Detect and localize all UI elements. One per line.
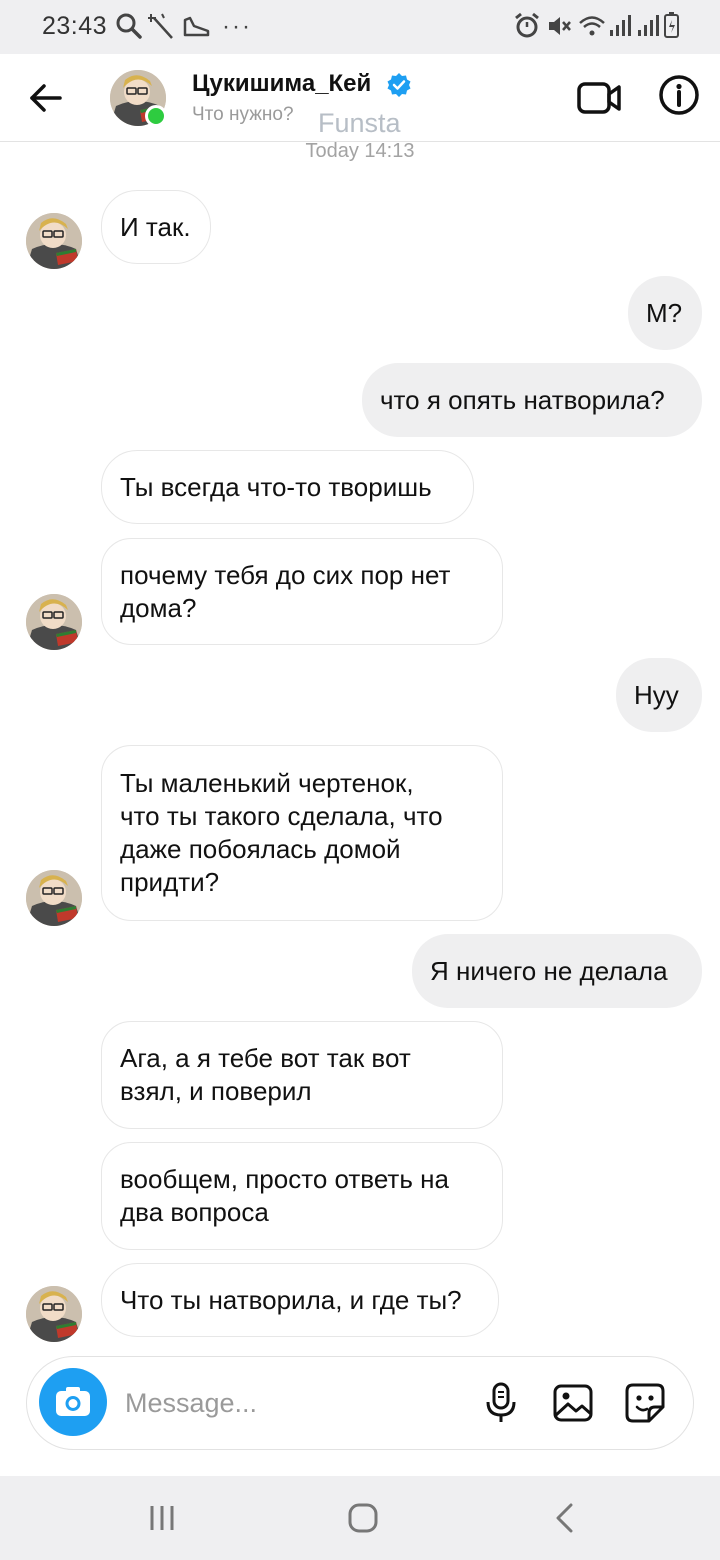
message-text: Ага, а я тебе вот так вот bbox=[120, 1043, 411, 1073]
sender-avatar[interactable] bbox=[26, 1286, 82, 1342]
signal-icon bbox=[636, 12, 660, 48]
contact-name[interactable]: Цукишима_Кей bbox=[192, 70, 371, 98]
incoming-message[interactable]: Ты маленький чертенок, что ты такого сдел… bbox=[101, 745, 503, 921]
outgoing-message[interactable]: Нуу bbox=[616, 658, 702, 732]
shoe-icon bbox=[182, 12, 210, 48]
wifi-icon bbox=[578, 12, 606, 48]
message-text: Ты маленький чертенок, bbox=[120, 768, 414, 798]
incoming-message[interactable]: Что ты натворила, и где ты? bbox=[101, 1263, 499, 1337]
message-text: вообщем, просто ответь на bbox=[120, 1164, 449, 1194]
message-text: Нуу bbox=[634, 679, 679, 710]
timestamp-divider: Today 14:13 bbox=[305, 140, 415, 162]
search-icon bbox=[116, 12, 142, 48]
message-text: Что ты натворила, и где ты? bbox=[120, 1284, 462, 1315]
message-text: даже побоялась домой bbox=[120, 834, 401, 864]
home-icon[interactable] bbox=[341, 1496, 385, 1540]
mute-icon bbox=[546, 12, 572, 48]
verified-badge-icon bbox=[386, 72, 412, 98]
back-button[interactable] bbox=[24, 76, 68, 120]
microphone-icon[interactable] bbox=[479, 1381, 523, 1425]
app-watermark: Funsta bbox=[318, 108, 401, 138]
message-input[interactable]: Message... bbox=[125, 1388, 257, 1419]
message-text: И так. bbox=[120, 211, 191, 242]
signal-icon bbox=[608, 12, 632, 48]
magic-wand-icon bbox=[148, 12, 174, 48]
message-text: взял, и поверил bbox=[120, 1076, 312, 1106]
outgoing-message[interactable]: Я ничего не делала bbox=[412, 934, 702, 1008]
message-text: два вопроса bbox=[120, 1197, 269, 1227]
message-text: дома? bbox=[120, 592, 197, 623]
message-text: что ты такого сделала, что bbox=[120, 801, 443, 831]
incoming-message[interactable]: Ты всегда что-то творишь bbox=[101, 450, 474, 524]
message-composer: Message... bbox=[26, 1356, 694, 1450]
incoming-message[interactable]: И так. bbox=[101, 190, 211, 264]
sender-avatar[interactable] bbox=[26, 594, 82, 650]
message-text: придти? bbox=[120, 867, 220, 897]
incoming-message[interactable]: вообщем, просто ответь на два вопроса bbox=[101, 1142, 503, 1250]
gallery-icon[interactable] bbox=[551, 1381, 595, 1425]
recent-apps-icon[interactable] bbox=[140, 1496, 184, 1540]
incoming-message[interactable]: почему тебя до сих пор нет дома? bbox=[101, 538, 503, 645]
message-text: Ты всегда что-то творишь bbox=[120, 471, 432, 502]
status-bar: 23:43 ··· bbox=[0, 0, 720, 54]
outgoing-message[interactable]: что я опять натворила? bbox=[362, 363, 702, 437]
sticker-icon[interactable] bbox=[623, 1381, 667, 1425]
outgoing-message[interactable]: М? bbox=[628, 276, 702, 350]
info-icon[interactable] bbox=[658, 74, 700, 116]
message-text: М? bbox=[646, 297, 683, 328]
incoming-message[interactable]: Ага, а я тебе вот так вот взял, и поверил bbox=[101, 1021, 503, 1129]
status-time: 23:43 bbox=[42, 12, 108, 40]
battery-icon bbox=[664, 12, 680, 48]
online-indicator bbox=[145, 105, 167, 127]
message-text: что я опять натворила? bbox=[380, 384, 665, 415]
alarm-icon bbox=[514, 12, 540, 48]
system-navigation-bar bbox=[0, 1476, 720, 1560]
more-notifications-icon: ··· bbox=[222, 13, 252, 40]
sender-avatar[interactable] bbox=[26, 213, 82, 269]
message-text: Я ничего не делала bbox=[430, 955, 668, 986]
system-back-icon[interactable] bbox=[543, 1496, 587, 1540]
message-text: почему тебя до сих пор нет bbox=[120, 559, 451, 590]
sender-avatar[interactable] bbox=[26, 870, 82, 926]
video-call-icon[interactable] bbox=[576, 78, 622, 118]
contact-status: Что нужно? bbox=[192, 104, 294, 125]
camera-button[interactable] bbox=[39, 1368, 107, 1436]
